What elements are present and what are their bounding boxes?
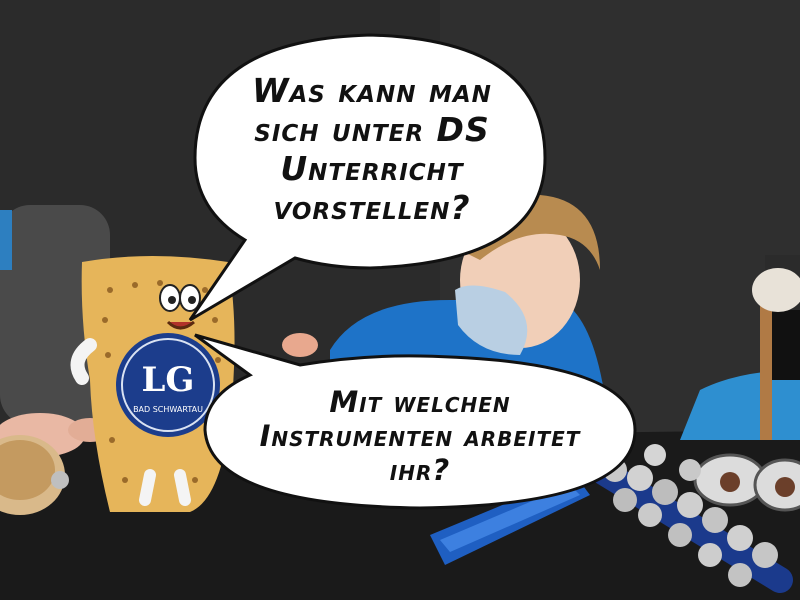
bubble-line: Unterricht — [280, 148, 464, 188]
bubble-line: Instrumenten arbeitet — [259, 419, 581, 454]
bubble-line: vorstellen? — [273, 187, 471, 227]
bubble-line: Mit welchen — [329, 385, 511, 419]
bubble-line: sich unter DS — [254, 109, 490, 149]
bubble-line: Was kann man — [252, 71, 492, 110]
speech-bubble-2-text: Mit welchen Instrumenten arbeitet ihr? — [205, 385, 635, 488]
speech-bubble-1-text: Was kann man sich unter DS Unterricht vo… — [222, 71, 522, 228]
bubble-line: ihr? — [389, 453, 451, 488]
photo-scene: LG BAD SCHWARTAU Was kann man sich unter… — [0, 0, 800, 600]
